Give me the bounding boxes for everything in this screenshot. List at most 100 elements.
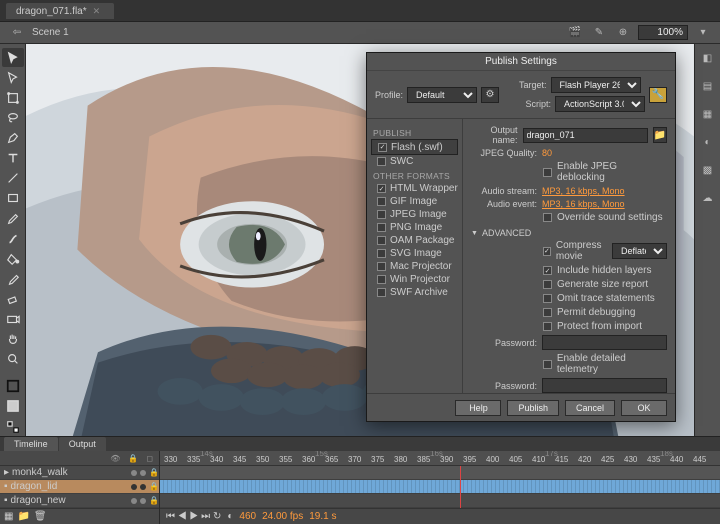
profile-select[interactable]: Default: [407, 87, 477, 103]
cc-panel-icon[interactable]: ☁: [700, 190, 716, 206]
outline-icon[interactable]: ◻: [146, 454, 153, 463]
audio-event-link[interactable]: MP3, 16 kbps, Mono: [542, 199, 625, 209]
permit-debug-checkbox[interactable]: [543, 308, 552, 317]
format-flash[interactable]: ✓Flash (.swf): [371, 139, 458, 155]
profile-options-icon[interactable]: ⚙: [481, 87, 499, 103]
lock-icon[interactable]: 🔒: [128, 454, 138, 463]
publish-button[interactable]: Publish: [507, 400, 559, 416]
layer-track[interactable]: [160, 480, 720, 494]
subselection-tool[interactable]: [2, 68, 24, 87]
stroke-color[interactable]: [2, 377, 24, 396]
output-name-field[interactable]: [523, 128, 648, 143]
telemetry-label: Enable detailed telemetry: [557, 353, 667, 375]
ok-button[interactable]: OK: [621, 400, 667, 416]
current-frame[interactable]: 460: [239, 511, 256, 522]
publish-settings-dialog: Publish Settings Profile: Default ⚙ Targ…: [366, 52, 676, 422]
jpeg-quality-label: JPEG Quality:: [471, 148, 537, 158]
fps-display[interactable]: 24.00 fps: [262, 511, 303, 522]
cancel-button[interactable]: Cancel: [565, 400, 615, 416]
new-layer-icon[interactable]: ▦: [4, 511, 13, 522]
format-gif[interactable]: GIF Image: [371, 195, 458, 208]
eraser-tool[interactable]: [2, 290, 24, 309]
eyedropper-tool[interactable]: [2, 269, 24, 288]
color-panel-icon[interactable]: ◐: [700, 134, 716, 150]
format-swf-archive[interactable]: SWF Archive: [371, 286, 458, 299]
script-select[interactable]: ActionScript 3.0: [555, 96, 645, 112]
advanced-section[interactable]: ADVANCED: [471, 228, 667, 238]
format-mac[interactable]: Mac Projector: [371, 260, 458, 273]
help-button[interactable]: Help: [455, 400, 501, 416]
format-jpeg[interactable]: JPEG Image: [371, 208, 458, 221]
layer-row[interactable]: ▸monk4_walk🔒: [0, 466, 159, 480]
format-svg[interactable]: SVG Image: [371, 247, 458, 260]
scene-label[interactable]: Scene 1: [32, 27, 69, 38]
hidden-layers-label: Include hidden layers: [557, 265, 652, 276]
wrench-icon[interactable]: 🔧: [649, 87, 667, 103]
size-report-checkbox[interactable]: [543, 280, 552, 289]
compress-checkbox[interactable]: ✓: [543, 247, 551, 256]
frame-ruler[interactable]: 3303353403453503553603653703753803853903…: [160, 451, 720, 466]
zoom-dropdown-icon[interactable]: ▾: [694, 25, 712, 41]
library-panel-icon[interactable]: ▤: [700, 78, 716, 94]
brush-tool[interactable]: [2, 229, 24, 248]
format-html[interactable]: ✓HTML Wrapper: [371, 182, 458, 195]
protect-checkbox[interactable]: [543, 322, 552, 331]
pencil-tool[interactable]: [2, 209, 24, 228]
browse-icon[interactable]: 📁: [653, 127, 667, 143]
jpeg-quality-value[interactable]: 80: [542, 148, 552, 158]
close-icon[interactable]: ✕: [93, 6, 101, 17]
tab-title: dragon_071.fla*: [16, 6, 87, 17]
edit-scene-icon[interactable]: ✎: [590, 25, 608, 41]
playhead[interactable]: [460, 466, 461, 508]
layer-row[interactable]: ▪dragon_lid🔒: [0, 480, 159, 494]
camera-tool[interactable]: [2, 310, 24, 329]
properties-panel-icon[interactable]: ◧: [700, 50, 716, 66]
override-sound-checkbox[interactable]: [543, 213, 552, 222]
free-transform-tool[interactable]: [2, 88, 24, 107]
onion-skin-icon[interactable]: ◐: [227, 511, 233, 522]
layer-track[interactable]: [160, 494, 720, 508]
symbol-icon[interactable]: ⊕: [614, 25, 632, 41]
align-panel-icon[interactable]: ▦: [700, 106, 716, 122]
frame-area[interactable]: 3303353403453503553603653703753803853903…: [160, 451, 720, 524]
format-swc[interactable]: SWC: [371, 155, 458, 168]
text-tool[interactable]: [2, 149, 24, 168]
dialog-title: Publish Settings: [367, 53, 675, 71]
rectangle-tool[interactable]: [2, 189, 24, 208]
scene-icon[interactable]: ⇦: [8, 25, 26, 41]
settings-pane: Output name:📁 JPEG Quality:80 Enable JPE…: [463, 119, 675, 393]
delete-layer-icon[interactable]: 🗑: [34, 511, 47, 522]
zoom-tool[interactable]: [2, 350, 24, 369]
format-oam[interactable]: OAM Package: [371, 234, 458, 247]
pen-tool[interactable]: [2, 129, 24, 148]
target-select[interactable]: Flash Player 26: [551, 77, 641, 93]
paint-bucket-tool[interactable]: [2, 249, 24, 268]
new-folder-icon[interactable]: 📁: [17, 511, 29, 522]
telemetry-checkbox[interactable]: [543, 360, 552, 369]
line-tool[interactable]: [2, 169, 24, 188]
tools-panel: [0, 44, 26, 436]
audio-stream-link[interactable]: MP3, 16 kbps, Mono: [542, 186, 625, 196]
hidden-layers-checkbox[interactable]: ✓: [543, 266, 552, 275]
omit-trace-checkbox[interactable]: [543, 294, 552, 303]
eye-icon[interactable]: 👁: [110, 454, 120, 463]
format-win[interactable]: Win Projector: [371, 273, 458, 286]
telemetry-password-field: [542, 378, 667, 393]
document-tab[interactable]: dragon_071.fla* ✕: [6, 3, 114, 19]
swatches-panel-icon[interactable]: ▩: [700, 162, 716, 178]
layer-row[interactable]: ▪dragon_new🔒: [0, 494, 159, 508]
tab-output[interactable]: Output: [59, 437, 106, 451]
lasso-tool[interactable]: [2, 108, 24, 127]
deblock-checkbox[interactable]: [543, 168, 552, 177]
clapboard-icon[interactable]: 🎬: [566, 25, 584, 41]
compress-select[interactable]: Deflate: [612, 243, 667, 259]
playback-icons[interactable]: ⏮ ◀ ▶ ⏭ ↻: [166, 511, 221, 522]
zoom-field[interactable]: 100%: [638, 25, 688, 40]
format-png[interactable]: PNG Image: [371, 221, 458, 234]
hand-tool[interactable]: [2, 330, 24, 349]
selection-tool[interactable]: [2, 48, 24, 67]
tab-timeline[interactable]: Timeline: [4, 437, 58, 451]
swap-colors[interactable]: [2, 417, 24, 436]
fill-color[interactable]: [2, 397, 24, 416]
layer-track[interactable]: [160, 466, 720, 480]
